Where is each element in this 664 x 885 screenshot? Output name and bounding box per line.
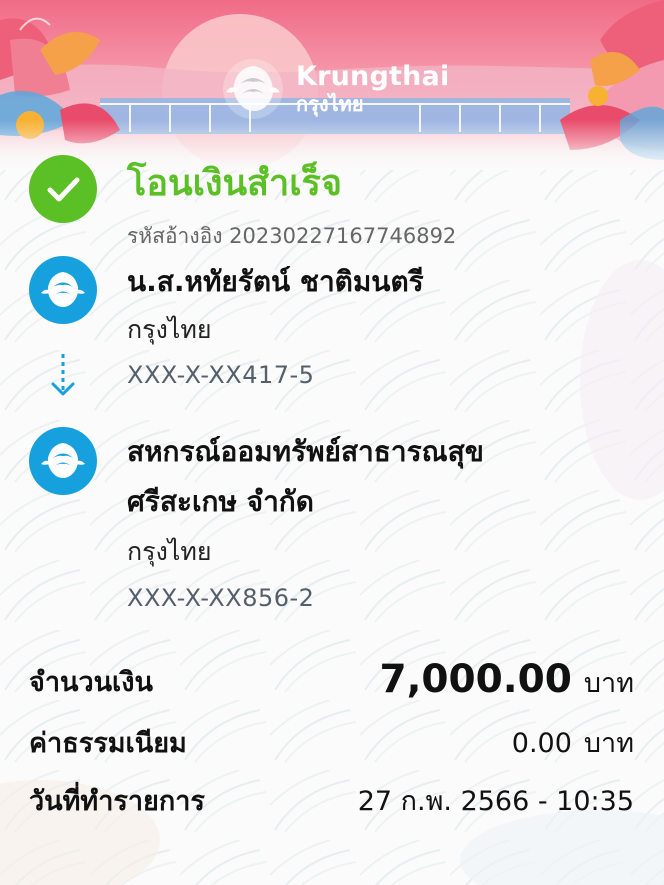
- transfer-slip: โอนเงินสำเร็จ รหัสอ้างอิง 20230227167746…: [0, 0, 664, 885]
- krungthai-logo-icon: [41, 272, 85, 307]
- reference-line: รหัสอ้างอิง 20230227167746892: [127, 221, 456, 251]
- amount-row-value: 7,000.00 บาท: [379, 654, 634, 710]
- amount-label: จำนวนเงิน: [29, 667, 153, 698]
- receiver-account: XXX-X-XX856-2: [127, 584, 315, 612]
- receiver-name-line1: สหกรณ์ออมทรัพย์สาธารณสุข: [127, 435, 484, 468]
- sender-name: น.ส.หทัยรัตน์ ชาติมนตรี: [127, 265, 424, 298]
- arrow-down-icon: [51, 354, 75, 396]
- fee-row-value: 0.00 บาท: [512, 724, 634, 764]
- reference-number: 20230227167746892: [229, 224, 457, 248]
- date-label: วันที่ทำรายการ: [29, 786, 205, 817]
- status-title: โอนเงินสำเร็จ: [127, 163, 342, 204]
- sender-bank-logo: [29, 256, 97, 324]
- receiver-bank-logo: [29, 427, 97, 495]
- sender-bank: กรุงไทย: [127, 315, 212, 344]
- fee-value: 0.00: [511, 728, 572, 759]
- receiver-bank: กรุงไทย: [127, 537, 212, 566]
- fee-label: ค่าธรรมเนียม: [29, 728, 187, 759]
- krungthai-logo-icon: [41, 443, 85, 478]
- check-circle-icon: [29, 155, 97, 223]
- fee-unit: บาท: [583, 728, 634, 759]
- amount-unit: บาท: [583, 668, 634, 699]
- receiver-name-line2: ศรีสะเกษ จำกัด: [127, 485, 314, 518]
- reference-label: รหัสอ้างอิง: [127, 224, 223, 248]
- amount-value: 7,000.00: [379, 657, 572, 702]
- sender-account: XXX-X-XX417-5: [127, 361, 315, 389]
- date-value: 27 ก.พ. 2566 - 10:35: [357, 786, 634, 817]
